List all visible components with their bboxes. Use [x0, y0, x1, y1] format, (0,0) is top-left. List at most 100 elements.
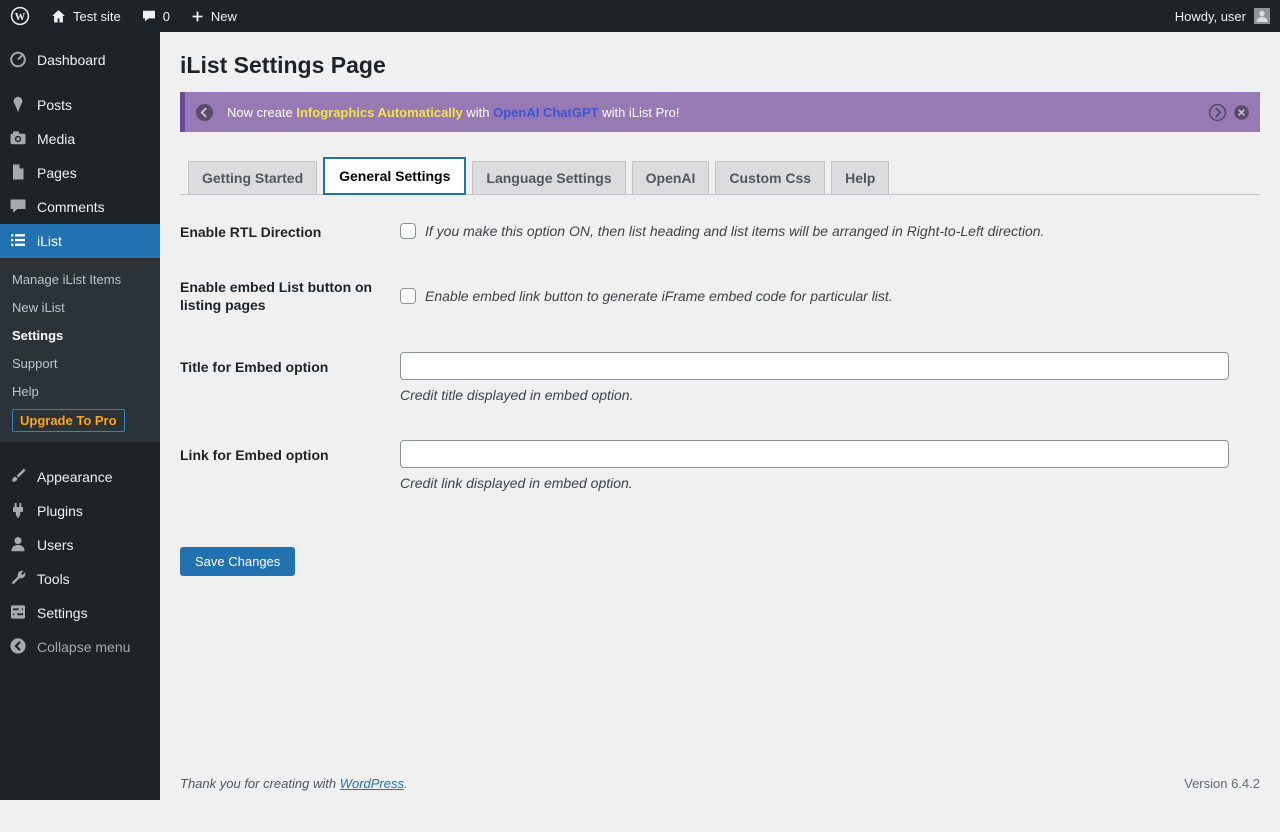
sidebar-subitem-help[interactable]: Help	[0, 377, 160, 405]
enable-rtl-checkbox[interactable]	[400, 223, 416, 239]
field-description: Credit link displayed in embed option.	[400, 475, 1260, 491]
sidebar-item-label: Appearance	[37, 469, 113, 485]
posts-icon	[8, 94, 28, 117]
sidebar-item-media[interactable]: Media	[0, 122, 160, 156]
footer-version: Version 6.4.2	[1184, 776, 1260, 791]
ilist-icon	[8, 230, 28, 253]
sidebar-item-plugins[interactable]: Plugins	[0, 494, 160, 528]
banner-text-part: with iList Pro!	[599, 105, 680, 120]
sidebar-item-label: Dashboard	[37, 52, 106, 68]
comments-bubble-icon	[141, 8, 157, 24]
sidebar-item-label: Media	[37, 131, 75, 147]
comments-icon	[8, 196, 28, 219]
sidebar-item-label: Plugins	[37, 503, 83, 519]
banner-next-icon[interactable]	[1208, 103, 1227, 122]
settings-icon	[8, 602, 28, 625]
avatar	[1254, 8, 1270, 24]
tab-general-settings[interactable]: General Settings	[323, 157, 466, 195]
sidebar-item-label: Posts	[37, 97, 72, 113]
sidebar-subitem-support[interactable]: Support	[0, 349, 160, 377]
site-name-label: Test site	[73, 9, 121, 24]
banner-highlight: Infographics Automatically	[296, 105, 462, 120]
sidebar-item-posts[interactable]: Posts	[0, 88, 160, 122]
new-content-menu[interactable]: New	[180, 0, 247, 32]
form-row-rtl: Enable RTL Direction If you make this op…	[180, 223, 1260, 241]
sidebar-item-label: iList	[37, 233, 62, 249]
promo-banner: Now create Infographics Automatically wi…	[180, 92, 1260, 132]
wordpress-link[interactable]: WordPress	[340, 776, 404, 791]
sidebar-item-tools[interactable]: Tools	[0, 562, 160, 596]
comments-indicator[interactable]: 0	[131, 0, 180, 32]
svg-text:W: W	[15, 12, 26, 23]
admin-bar: W Test site 0 New Howdy, user	[0, 0, 1280, 32]
tab-help[interactable]: Help	[831, 161, 889, 195]
banner-close-icon[interactable]	[1233, 104, 1250, 121]
tab-openai[interactable]: OpenAI	[632, 161, 710, 195]
field-description: Enable embed link button to generate iFr…	[425, 288, 893, 304]
field-label: Enable RTL Direction	[180, 223, 400, 241]
sidebar-subitem-settings[interactable]: Settings	[0, 321, 160, 349]
upgrade-to-pro-button[interactable]: Upgrade To Pro	[12, 409, 125, 432]
sidebar-subitem-manage-ilist-items[interactable]: Manage iList Items	[0, 265, 160, 293]
field-description: If you make this option ON, then list he…	[425, 223, 1044, 239]
form-row-embed-link: Link for Embed option Credit link displa…	[180, 440, 1260, 491]
wordpress-menu[interactable]: W	[0, 0, 40, 32]
tab-getting-started[interactable]: Getting Started	[188, 161, 317, 195]
sidebar-item-label: Collapse menu	[37, 639, 130, 655]
sidebar-subitem-upgrade-to-pro[interactable]: Upgrade To Pro	[0, 405, 160, 432]
sidebar: Dashboard Posts Media Pages Comments iLi…	[0, 32, 160, 800]
users-icon	[8, 534, 28, 557]
field-description: Credit title displayed in embed option.	[400, 387, 1260, 403]
sidebar-item-dashboard[interactable]: Dashboard	[0, 43, 160, 77]
footer-thanks-text: .	[404, 776, 408, 791]
sidebar-item-label: Users	[37, 537, 74, 553]
footer: Thank you for creating with WordPress. V…	[180, 776, 1260, 791]
embed-title-input[interactable]	[400, 352, 1229, 380]
new-label: New	[211, 9, 237, 24]
wordpress-logo-icon: W	[10, 6, 30, 26]
sidebar-item-comments[interactable]: Comments	[0, 190, 160, 224]
appearance-icon	[8, 466, 28, 489]
banner-text: Now create Infographics Automatically wi…	[227, 105, 1195, 120]
site-name-menu[interactable]: Test site	[40, 0, 131, 32]
sidebar-item-pages[interactable]: Pages	[0, 156, 160, 190]
field-label: Link for Embed option	[180, 440, 400, 464]
ilist-submenu: Manage iList Items New iList Settings Su…	[0, 258, 160, 442]
enable-embed-button-checkbox[interactable]	[400, 288, 416, 304]
sidebar-item-appearance[interactable]: Appearance	[0, 460, 160, 494]
banner-text-part: Now create	[227, 105, 296, 120]
comments-count: 0	[163, 9, 170, 24]
plugins-icon	[8, 500, 28, 523]
openai-chatgpt-link[interactable]: OpenAI ChatGPT	[493, 105, 598, 120]
main-content: iList Settings Page Now create Infograph…	[160, 32, 1280, 800]
collapse-icon	[8, 636, 28, 659]
settings-tabs: Getting Started General Settings Languag…	[180, 157, 1260, 195]
sidebar-item-label: Pages	[37, 165, 77, 181]
form-row-embed-button: Enable embed List button on listing page…	[180, 278, 1260, 314]
sidebar-item-label: Comments	[37, 199, 105, 215]
sidebar-collapse-menu[interactable]: Collapse menu	[0, 630, 160, 664]
page-title: iList Settings Page	[180, 44, 1260, 79]
sidebar-item-ilist[interactable]: iList	[0, 224, 160, 258]
sidebar-item-label: Tools	[37, 571, 70, 587]
embed-link-input[interactable]	[400, 440, 1229, 468]
howdy-account-menu[interactable]: Howdy, user	[1165, 0, 1280, 32]
footer-thanks-text: Thank you for creating with	[180, 776, 340, 791]
footer-thanks: Thank you for creating with WordPress.	[180, 776, 408, 791]
banner-prev-icon[interactable]	[195, 103, 214, 122]
general-settings-form: Enable RTL Direction If you make this op…	[180, 223, 1260, 576]
sidebar-item-users[interactable]: Users	[0, 528, 160, 562]
save-changes-button[interactable]: Save Changes	[180, 547, 295, 576]
pages-icon	[8, 162, 28, 185]
dashboard-icon	[8, 49, 28, 72]
tab-language-settings[interactable]: Language Settings	[472, 161, 625, 195]
media-icon	[8, 128, 28, 151]
tools-icon	[8, 568, 28, 591]
tab-custom-css[interactable]: Custom Css	[715, 161, 825, 195]
banner-text-part: with	[463, 105, 493, 120]
sidebar-subitem-new-ilist[interactable]: New iList	[0, 293, 160, 321]
home-icon	[50, 8, 67, 25]
howdy-label: Howdy, user	[1175, 9, 1246, 24]
sidebar-item-settings[interactable]: Settings	[0, 596, 160, 630]
plus-icon	[190, 9, 205, 24]
